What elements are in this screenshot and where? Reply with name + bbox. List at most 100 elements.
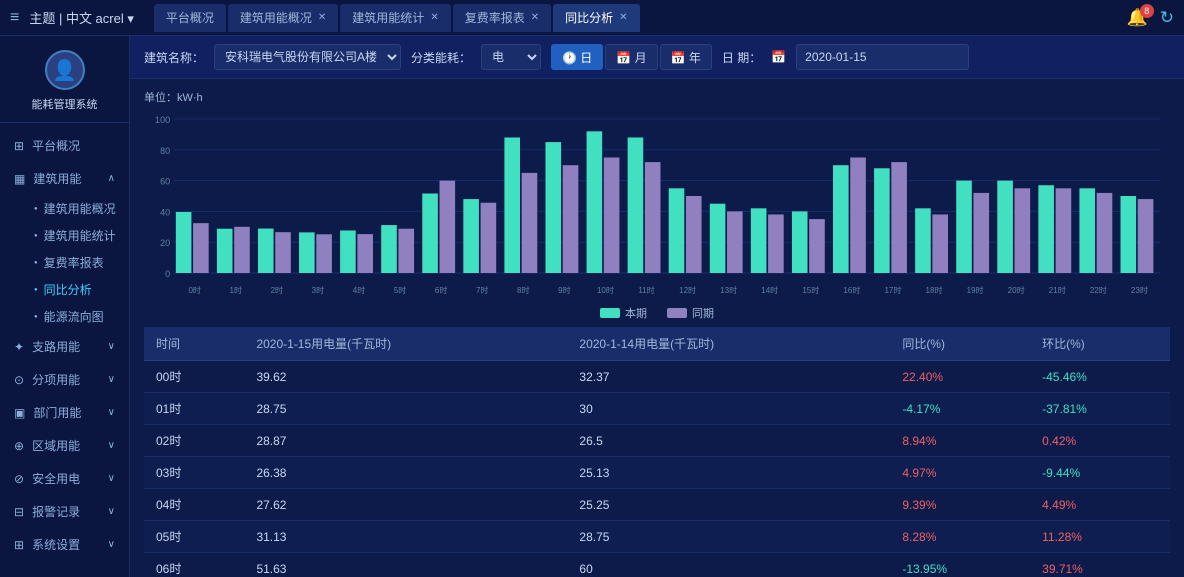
table-body: 00时39.6232.3722.40%-45.46%01时28.7530-4.1… [144, 361, 1170, 577]
table-row: 06时51.6360-13.95%39.71% [144, 553, 1170, 577]
sidebar-sub-item-rate[interactable]: 复费率报表 [20, 249, 129, 276]
sidebar-sub-item-compare[interactable]: 同比分析 [20, 276, 129, 303]
data-table: 时间2020-1-15用电量(千瓦时)2020-1-14用电量(千瓦时)同比(%… [144, 327, 1170, 577]
svg-text:21时: 21时 [1049, 285, 1066, 295]
sidebar-item-subitem[interactable]: ⊙ 分项用能 ∨ [0, 363, 129, 396]
tab-label: 建筑用能概况 [240, 9, 312, 26]
legend-color-prev [667, 308, 687, 318]
sidebar-item-building[interactable]: ▦ 建筑用能 ∧ [0, 162, 129, 195]
chart-legend: 本期 同期 [144, 305, 1170, 321]
sub-label-flow: 能源流向图 [44, 308, 104, 325]
hamburger-icon[interactable]: ≡ [10, 9, 19, 27]
tab-close[interactable]: ✕ [430, 12, 438, 23]
legend-prev: 同期 [667, 305, 714, 321]
category-select[interactable]: 电 [481, 44, 541, 70]
sidebar-item-dept[interactable]: ▣ 部门用能 ∨ [0, 396, 129, 429]
sidebar-label-dept: 部门用能 [33, 404, 99, 421]
sidebar-item-alarm[interactable]: ⊟ 报警记录 ∨ [0, 495, 129, 528]
top-nav: ≡ 主题 | 中文 acrel ▾ 平台概况建筑用能概况✕建筑用能统计✕复费率报… [0, 0, 1184, 36]
svg-text:60: 60 [160, 177, 170, 187]
month-btn[interactable]: 📅 月 [605, 44, 657, 70]
year-btn[interactable]: 📅 年 [660, 44, 712, 70]
cell-0-2: 32.37 [567, 361, 890, 393]
cell-0-3: 22.40% [890, 361, 1030, 393]
branch-icon: ✦ [14, 340, 24, 354]
cell-0-1: 39.62 [244, 361, 567, 393]
cell-4-4: 4.49% [1030, 489, 1170, 521]
building-select[interactable]: 安科瑞电气股份有限公司A楼 [214, 44, 401, 70]
svg-text:19时: 19时 [967, 285, 984, 295]
table-header-2020-1-15用电量(千瓦时): 2020-1-15用电量(千瓦时) [244, 327, 567, 361]
svg-text:8时: 8时 [517, 285, 530, 295]
svg-text:9时: 9时 [558, 285, 571, 295]
svg-text:18时: 18时 [926, 285, 943, 295]
tab-平台概况[interactable]: 平台概况 [154, 4, 226, 32]
tab-同比分析[interactable]: 同比分析✕ [553, 4, 639, 32]
legend-color-current [600, 308, 620, 318]
refresh-icon[interactable]: ↻ [1160, 8, 1174, 28]
cell-1-2: 30 [567, 393, 890, 425]
sidebar-item-branch[interactable]: ✦ 支路用能 ∨ [0, 330, 129, 363]
cell-2-4: 0.42% [1030, 425, 1170, 457]
cell-1-4: -37.81% [1030, 393, 1170, 425]
category-label: 分类能耗： [411, 49, 471, 66]
sidebar-label-branch: 支路用能 [32, 338, 100, 355]
sidebar-item-platform[interactable]: ⊞ 平台概况 [0, 129, 129, 162]
sidebar-sub-item-flow[interactable]: 能源流向图 [20, 303, 129, 330]
building-label: 建筑名称： [144, 49, 204, 66]
sidebar: 👤 能耗管理系统 ⊞ 平台概况 ▦ 建筑用能 ∧ 建筑用能概况 建筑用能统计 [0, 36, 130, 577]
avatar: 👤 [45, 50, 85, 90]
table-row: 01时28.7530-4.17%-37.81% [144, 393, 1170, 425]
building-icon: ▦ [14, 172, 25, 186]
sidebar-user: 👤 能耗管理系统 [0, 36, 129, 123]
cell-5-2: 28.75 [567, 521, 890, 553]
cell-6-0: 06时 [144, 553, 244, 577]
sidebar-label-building: 建筑用能 [33, 170, 99, 187]
sidebar-sub-item-stats[interactable]: 建筑用能统计 [20, 222, 129, 249]
chart-area: 单位：kW·h 0204060801000时1时2时3时4时5时6时7时8时9时… [130, 79, 1184, 327]
table-header-同比(%): 同比(%) [890, 327, 1030, 361]
cell-1-3: -4.17% [890, 393, 1030, 425]
sidebar-item-safety[interactable]: ⊘ 安全用电 ∨ [0, 462, 129, 495]
sidebar-item-settings[interactable]: ⊞ 系统设置 ∨ [0, 528, 129, 561]
dept-arrow: ∨ [108, 407, 115, 418]
tab-close[interactable]: ✕ [318, 12, 326, 23]
svg-text:12时: 12时 [679, 285, 696, 295]
sidebar-sub-item-overview[interactable]: 建筑用能概况 [20, 195, 129, 222]
brand-label: 主题 | 中文 acrel ▾ [29, 8, 134, 27]
tab-close[interactable]: ✕ [531, 12, 539, 23]
arrow-icon: ∧ [108, 173, 115, 184]
table-header-row: 时间2020-1-15用电量(千瓦时)2020-1-14用电量(千瓦时)同比(%… [144, 327, 1170, 361]
tab-建筑用能概况[interactable]: 建筑用能概况 ✕ [228, 4, 338, 32]
svg-text:16时: 16时 [843, 285, 860, 295]
tab-建筑用能统计[interactable]: 建筑用能统计✕ [340, 4, 450, 32]
tab-close[interactable]: ✕ [619, 12, 627, 23]
cell-4-1: 27.62 [244, 489, 567, 521]
settings-arrow: ∨ [108, 539, 115, 550]
svg-text:23时: 23时 [1131, 285, 1148, 295]
date-input[interactable] [796, 44, 969, 70]
svg-text:17时: 17时 [884, 285, 901, 295]
alarm-arrow: ∨ [108, 506, 115, 517]
tab-bar: 平台概况建筑用能概况✕建筑用能统计✕复费率报表✕同比分析✕ [154, 4, 1127, 32]
day-btn[interactable]: 🕐 日 [551, 44, 603, 70]
subitem-arrow: ∨ [108, 374, 115, 385]
table-row: 04时27.6225.259.39%4.49% [144, 489, 1170, 521]
cell-1-0: 01时 [144, 393, 244, 425]
notif-badge: 8 [1140, 4, 1154, 18]
cell-0-4: -45.46% [1030, 361, 1170, 393]
cell-2-3: 8.94% [890, 425, 1030, 457]
sidebar-item-region[interactable]: ⊕ 区域用能 ∨ [0, 429, 129, 462]
cell-4-3: 9.39% [890, 489, 1030, 521]
svg-text:0时: 0时 [188, 285, 201, 295]
tab-复费率报表[interactable]: 复费率报表✕ [453, 4, 551, 32]
table-row: 00时39.6232.3722.40%-45.46% [144, 361, 1170, 393]
sub-label-rate: 复费率报表 [44, 254, 104, 271]
main-content: 建筑名称： 安科瑞电气股份有限公司A楼 分类能耗： 电 🕐 日 📅 月 📅 年 … [130, 36, 1184, 577]
cell-5-0: 05时 [144, 521, 244, 553]
date-label: 日 期： [722, 49, 761, 66]
sidebar-label-region: 区域用能 [32, 437, 100, 454]
notification-icon[interactable]: 🔔 8 [1127, 8, 1148, 28]
sidebar-label-subitem: 分项用能 [32, 371, 100, 388]
cell-6-4: 39.71% [1030, 553, 1170, 577]
